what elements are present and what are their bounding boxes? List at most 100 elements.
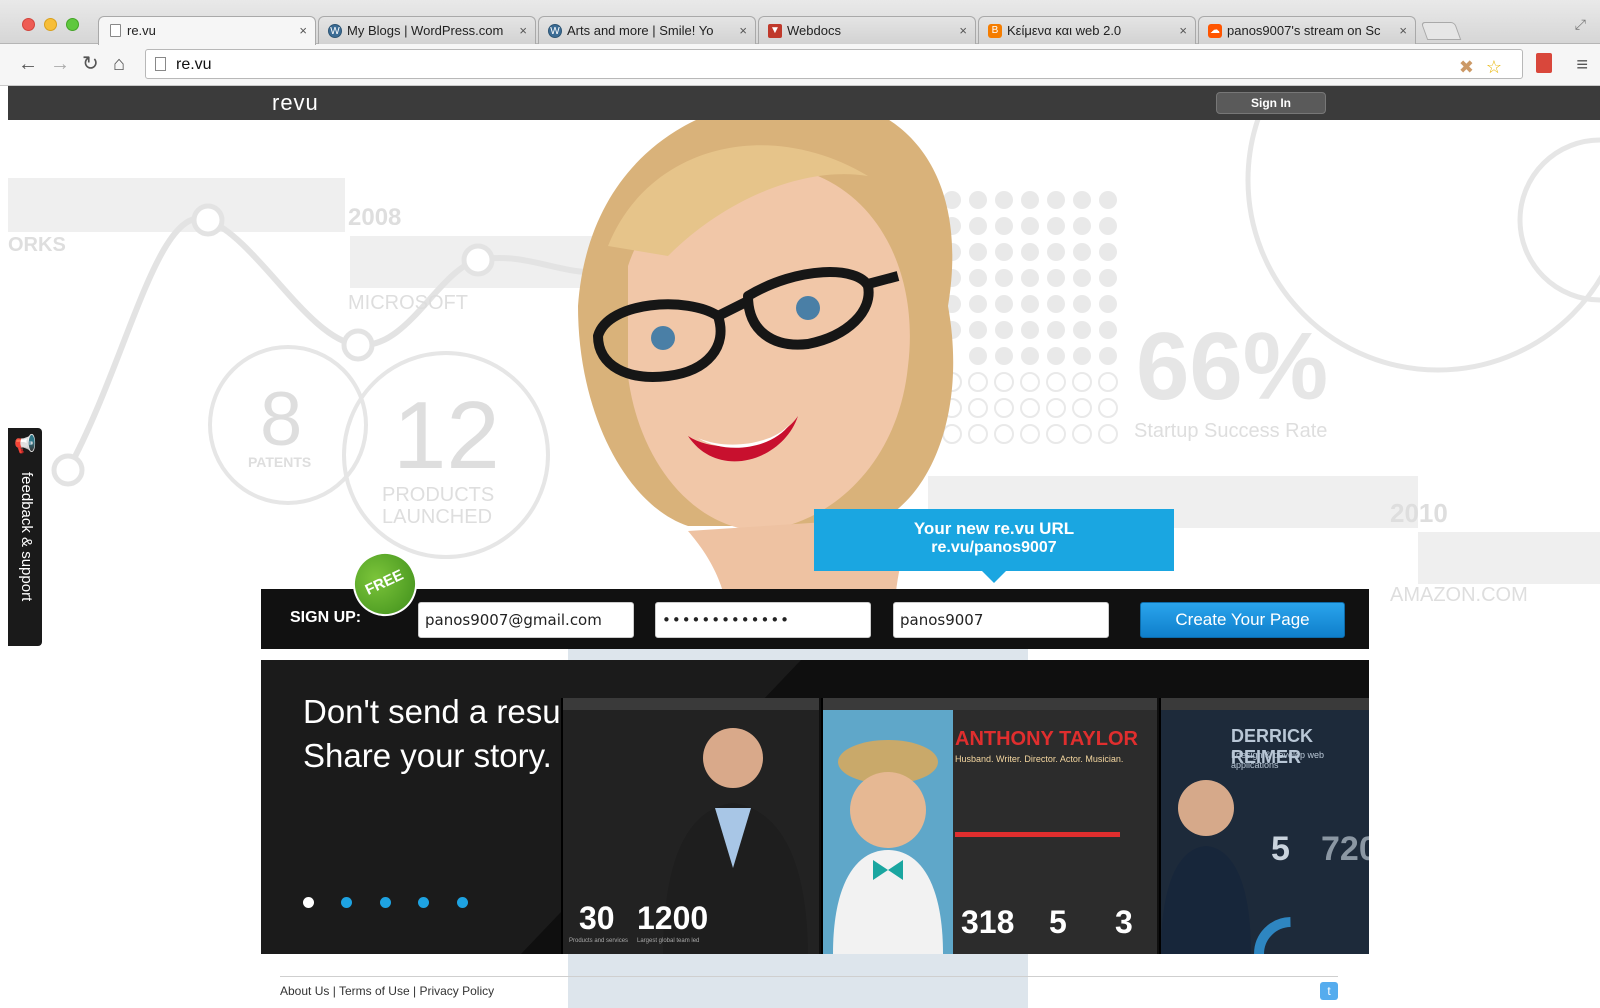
profile-preview-3[interactable]: DERRICK REIMER I design & develop web ap…: [1159, 698, 1369, 954]
create-page-button[interactable]: Create Your Page: [1140, 602, 1345, 638]
panel2-stat-3: 3: [1115, 904, 1133, 940]
bookmark-star-icon[interactable]: ☆: [1486, 57, 1502, 78]
forward-icon[interactable]: →: [50, 54, 70, 74]
panel2-stat-2: 5: [1049, 904, 1067, 940]
url-preview-callout: Your new re.vu URL re.vu/panos9007: [814, 509, 1174, 583]
slide-dot-4[interactable]: [418, 897, 430, 908]
revu-logo[interactable]: revu: [272, 90, 319, 116]
signup-label: SIGN UP:: [290, 609, 362, 626]
twitter-icon[interactable]: t: [1320, 982, 1338, 1000]
bg-year-2008: 2008: [348, 204, 402, 231]
panel2-name: ANTHONY TAYLOR: [955, 728, 1138, 750]
webdocs-icon: ▼: [768, 24, 782, 38]
blogger-icon: B: [988, 24, 1002, 38]
tab-close-icon[interactable]: ×: [519, 23, 527, 38]
profile-preview-2[interactable]: ANTHONY TAYLOR Husband. Writer. Director…: [821, 698, 1157, 954]
panel3-donut-chart: [1254, 917, 1328, 954]
minimize-window-button[interactable]: [44, 18, 57, 31]
terms-of-use-link[interactable]: Terms of Use: [339, 984, 410, 998]
new-tab-button[interactable]: [1420, 22, 1462, 40]
browser-window: re.vu × W My Blogs | WordPress.com × W A…: [0, 0, 1600, 1008]
zoom-window-button[interactable]: [66, 18, 79, 31]
back-icon[interactable]: ←: [18, 54, 38, 74]
tab-close-icon[interactable]: ×: [1179, 23, 1187, 38]
tab-title: panos9007's stream on Sc: [1227, 23, 1381, 38]
person-2-image: [823, 710, 953, 954]
bg-microsoft: MICROSOFT: [348, 292, 468, 314]
wordpress-icon: W: [548, 24, 562, 38]
slide-dot-3[interactable]: [379, 897, 391, 908]
tab-close-icon[interactable]: ×: [739, 23, 747, 38]
callout-title: Your new re.vu URL: [913, 519, 1075, 538]
address-text: re.vu: [176, 56, 212, 73]
footer-divider: [280, 976, 1338, 977]
bg-patents-label: PATENTS: [248, 454, 312, 470]
reload-icon[interactable]: ↻: [82, 54, 99, 74]
close-window-button[interactable]: [22, 18, 35, 31]
story-slideshow: Don't send a resume. Share your story. 3…: [261, 660, 1369, 954]
tab-blogger[interactable]: B Κείμενα και web 2.0 ×: [978, 16, 1196, 44]
feedback-support-tab[interactable]: 📢 feedback & support: [8, 428, 42, 646]
tab-webdocs[interactable]: ▼ Webdocs ×: [758, 16, 976, 44]
bg-success-rate: Startup Success Rate: [1134, 420, 1328, 442]
tab-strip: re.vu × W My Blogs | WordPress.com × W A…: [0, 0, 1600, 45]
footer-links: About Us | Terms of Use | Privacy Policy: [280, 984, 494, 998]
tab-title: re.vu: [127, 23, 156, 38]
soundcloud-icon: ☁: [1208, 24, 1222, 38]
extension-icon[interactable]: [1536, 53, 1552, 73]
sign-in-button[interactable]: Sign In: [1216, 92, 1326, 114]
bg-year-2010: 2010: [1390, 498, 1448, 528]
browser-toolbar: ← → ↻ ⌂ re.vu ✖ ☆ ≡: [0, 44, 1600, 86]
tab-title: Κείμενα και web 2.0: [1007, 23, 1122, 38]
email-field[interactable]: panos9007@gmail.com: [418, 602, 634, 638]
menu-icon[interactable]: ≡: [1576, 54, 1588, 77]
bg-launched-label: LAUNCHED: [382, 506, 493, 528]
blocked-popup-icon[interactable]: ✖: [1459, 57, 1474, 78]
username-field[interactable]: panos9007: [893, 602, 1109, 638]
privacy-policy-link[interactable]: Privacy Policy: [419, 984, 494, 998]
address-bar[interactable]: re.vu ✖ ☆: [145, 49, 1523, 79]
panel2-subtitle: Husband. Writer. Director. Actor. Musici…: [955, 754, 1124, 764]
megaphone-icon: 📢: [14, 434, 37, 454]
home-icon[interactable]: ⌂: [113, 54, 125, 74]
panel1-stat-1: 30: [579, 900, 615, 936]
tab-arts-and-more[interactable]: W Arts and more | Smile! Yo ×: [538, 16, 756, 44]
callout-url: re.vu/panos9007: [931, 539, 1057, 556]
slideshow-pagination: [303, 895, 491, 913]
panel1-stat-2: 1200: [637, 900, 709, 936]
tab-revu[interactable]: re.vu ×: [98, 16, 316, 45]
signup-bar: FREE SIGN UP: panos9007@gmail.com ••••••…: [261, 541, 1369, 649]
bg-percent: 66%: [1136, 313, 1329, 420]
footer-separator: |: [412, 984, 417, 998]
page-icon: [155, 57, 166, 71]
site-header: revu Sign In: [8, 86, 1600, 120]
wordpress-icon: W: [328, 24, 342, 38]
slide-dot-2[interactable]: [341, 897, 353, 908]
panel3-stat-2: 720: [1321, 830, 1369, 868]
tab-close-icon[interactable]: ×: [299, 23, 307, 38]
feedback-label: feedback & support: [18, 472, 35, 602]
profile-preview-1[interactable]: 30 1200 Products and services Largest gl…: [561, 698, 819, 954]
slide-dot-5[interactable]: [456, 897, 468, 908]
tab-soundcloud[interactable]: ☁ panos9007's stream on Sc ×: [1198, 16, 1416, 44]
footer-separator: |: [332, 984, 336, 998]
tab-title: Arts and more | Smile! Yo: [567, 23, 714, 38]
bg-patents-number: 8: [260, 377, 303, 462]
panel1-stat-1-label: Products and services: [569, 938, 629, 944]
panel2-stat-1: 318: [961, 904, 1015, 940]
tab-close-icon[interactable]: ×: [1399, 23, 1407, 38]
about-us-link[interactable]: About Us: [280, 984, 329, 998]
person-3-image: [1161, 780, 1251, 954]
panel1-stat-2-label: Largest global team led: [637, 938, 700, 944]
slide-dot-1[interactable]: [303, 897, 314, 908]
panel3-stat-1: 5: [1271, 830, 1290, 868]
bg-works: ORKS: [8, 234, 66, 256]
panel2-timeline-bar: [955, 832, 1120, 837]
tab-close-icon[interactable]: ×: [959, 23, 967, 38]
tab-wordpress-blogs[interactable]: W My Blogs | WordPress.com ×: [318, 16, 536, 44]
panel3-subtitle: I design & develop web applications: [1231, 750, 1325, 770]
password-field[interactable]: •••••••••••••: [655, 602, 871, 638]
bg-amazon: AMAZON.COM: [1390, 584, 1528, 606]
fullscreen-icon[interactable]: ⤢: [1575, 16, 1586, 33]
tab-title: Webdocs: [787, 23, 841, 38]
